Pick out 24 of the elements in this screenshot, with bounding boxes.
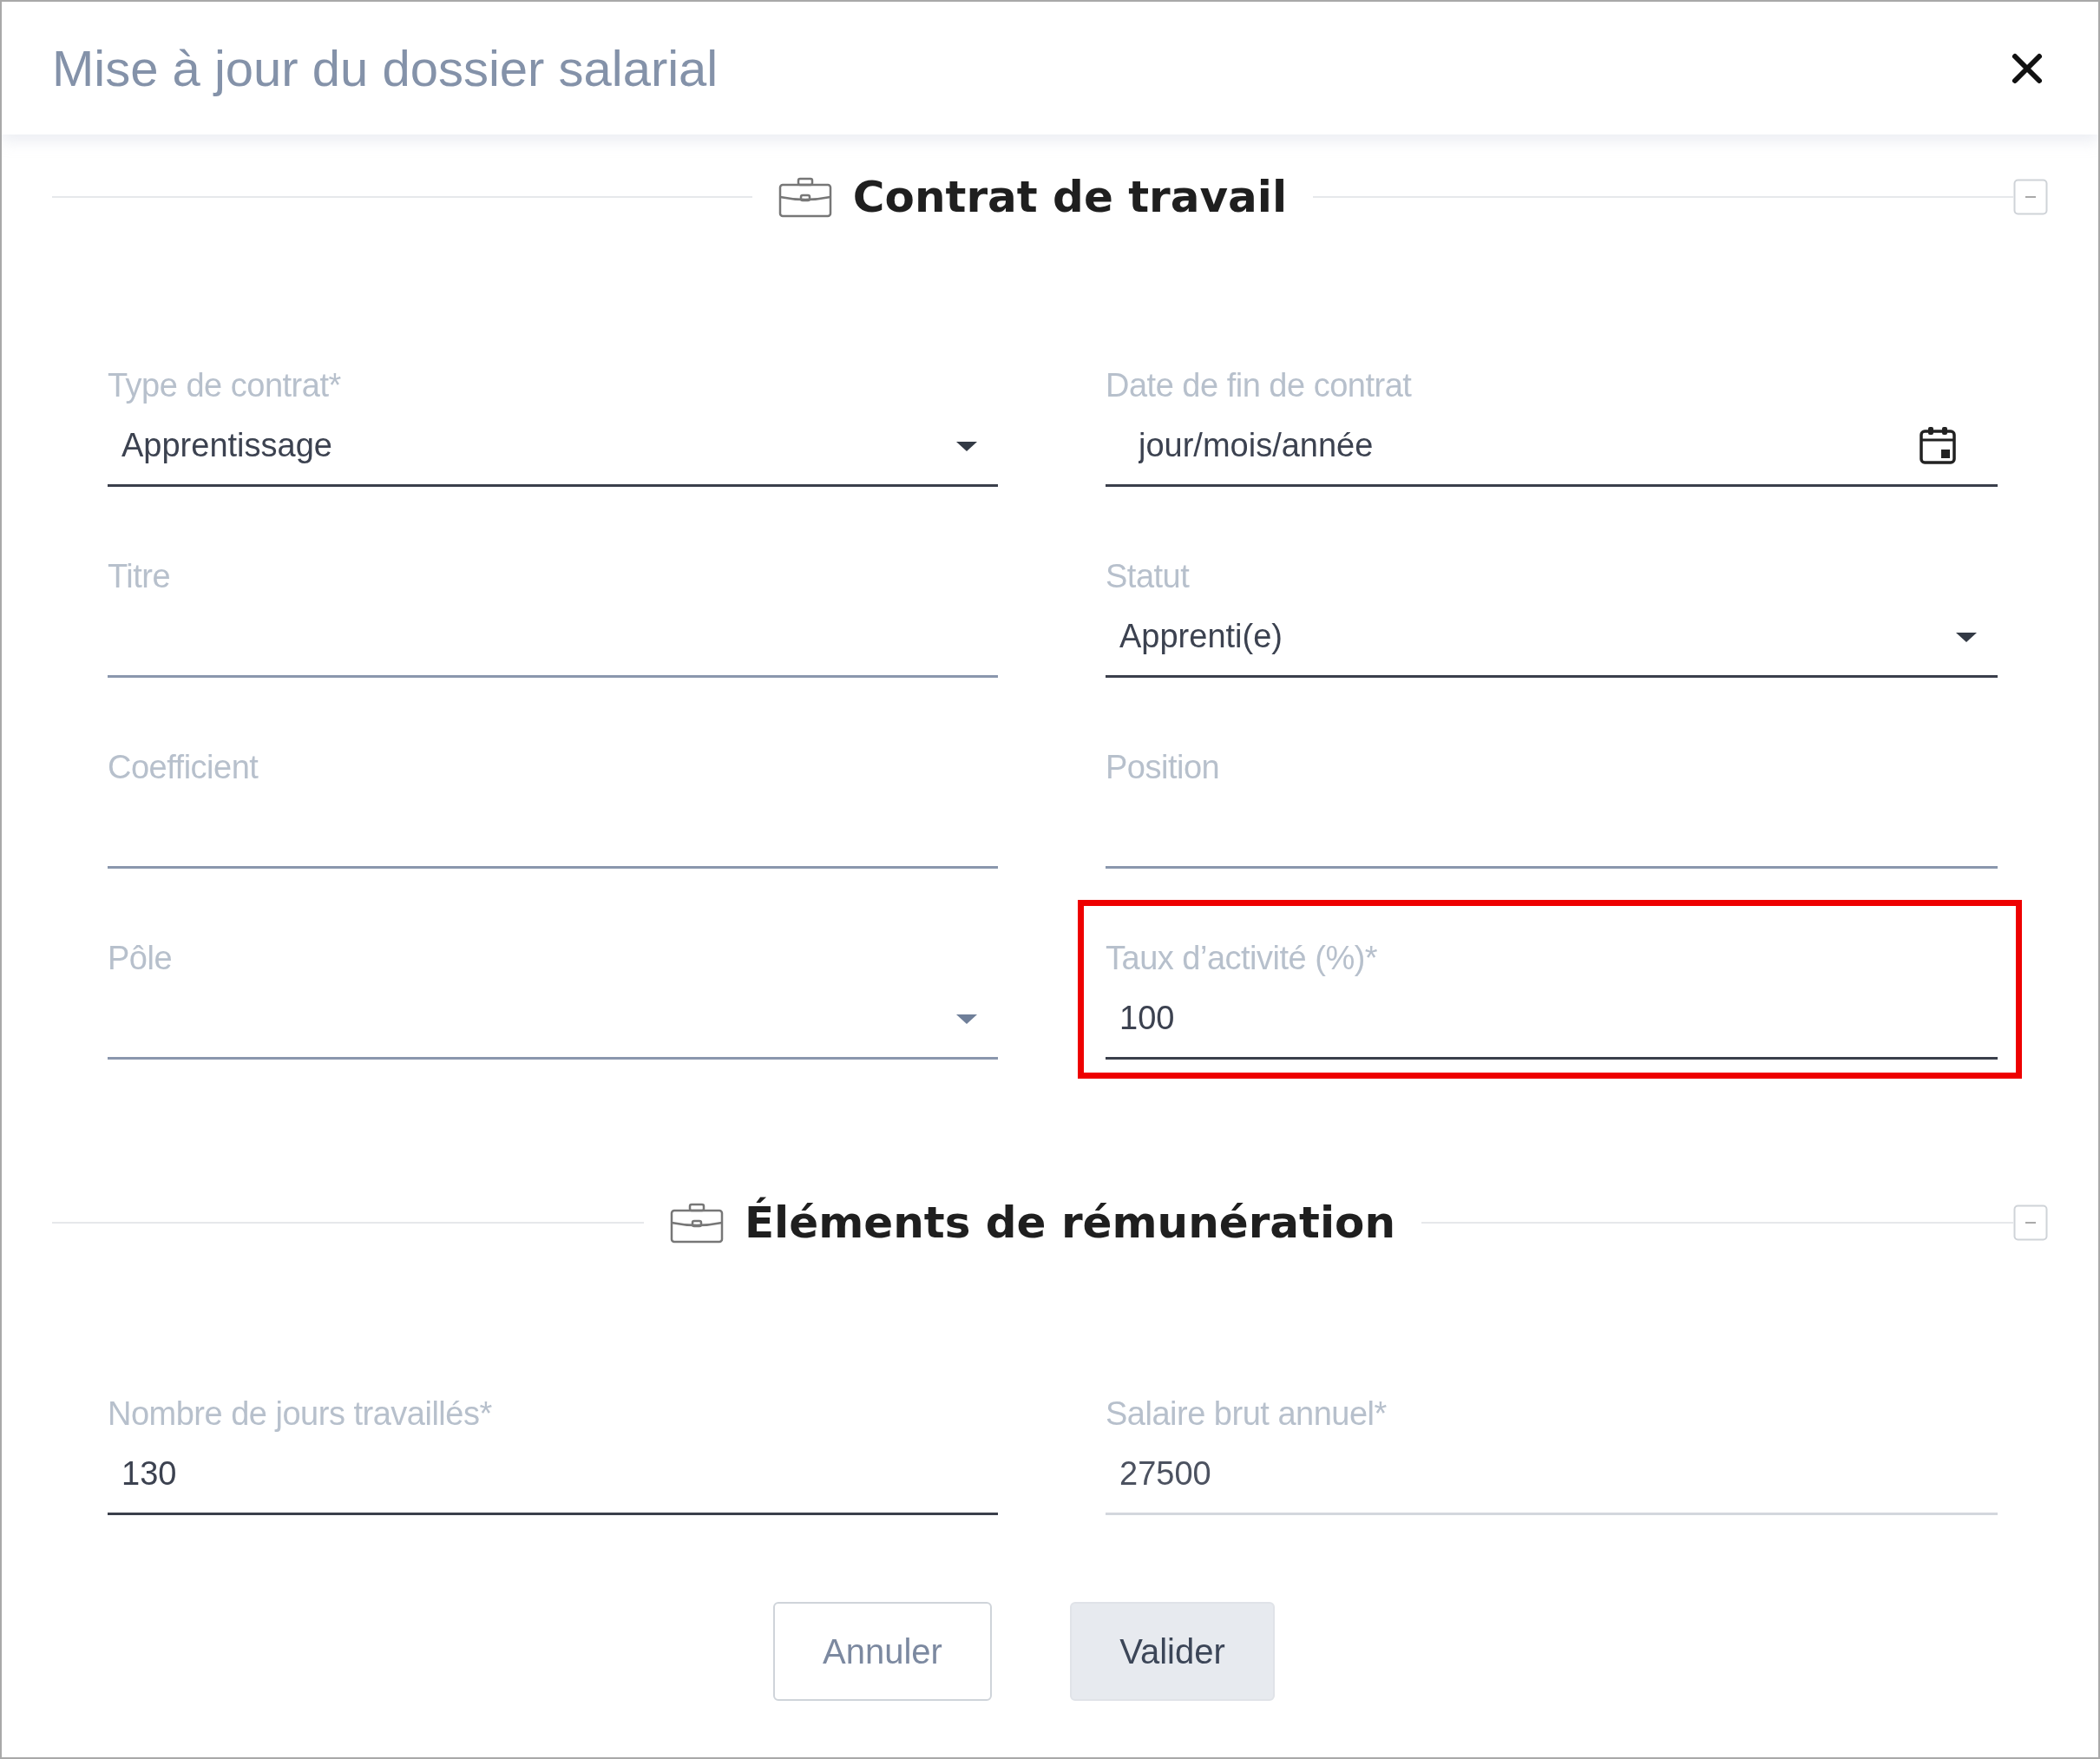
field-label: Statut: [1106, 557, 1191, 596]
briefcase-icon: [778, 176, 832, 218]
section-title: Contrat de travail: [852, 172, 1288, 222]
select-field[interactable]: Apprentissage: [108, 407, 998, 487]
field-label: Salaire brut annuel*: [1106, 1395, 1388, 1434]
confirm-button[interactable]: Valider: [1070, 1602, 1275, 1701]
field-label: Titre: [108, 557, 172, 596]
dialog-title: Mise à jour du dossier salarial: [52, 39, 719, 97]
briefcase-icon: [669, 1202, 724, 1244]
field-label: Pôle: [108, 939, 174, 978]
select-field[interactable]: Apprenti(e): [1106, 598, 1998, 678]
field-label: Date de fin de contrat: [1106, 366, 1413, 405]
cancel-button[interactable]: Annuler: [773, 1602, 992, 1701]
field-label: Type de contrat*: [108, 366, 342, 405]
collapse-icon[interactable]: [2013, 179, 2048, 215]
input-field[interactable]: 130: [108, 1435, 998, 1515]
calendar-icon[interactable]: [1920, 426, 1956, 464]
field-label: Coefficient: [108, 748, 259, 787]
collapse-icon[interactable]: [2013, 1204, 2048, 1241]
field-label: Position: [1106, 748, 1221, 787]
section-title: Éléments de rémunération: [744, 1198, 1396, 1248]
input-field[interactable]: 100: [1106, 980, 1998, 1060]
field-label: Nombre de jours travaillés*: [108, 1395, 493, 1434]
field-label: Taux d’activité (%)*: [1106, 939, 1379, 978]
